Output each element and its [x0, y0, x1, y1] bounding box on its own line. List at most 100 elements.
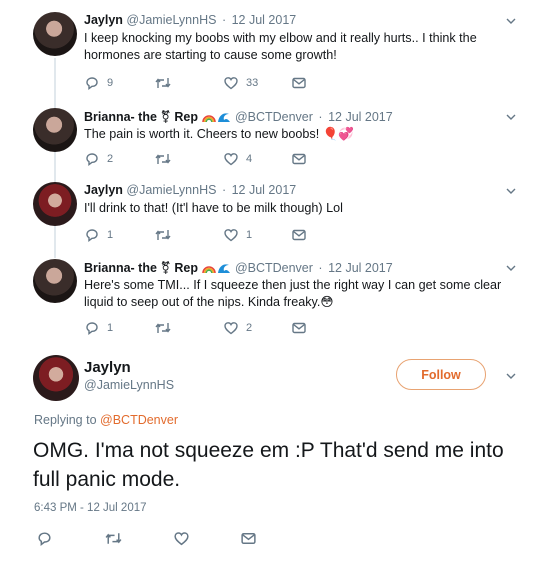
- retweet-icon: [155, 78, 171, 88]
- dm-button[interactable]: [291, 320, 307, 336]
- like-button[interactable]: 33: [223, 75, 258, 91]
- user-handle[interactable]: @JamieLynnHS: [126, 183, 216, 197]
- user-handle[interactable]: @JamieLynnHS: [126, 13, 216, 27]
- chevron-down-icon[interactable]: [505, 185, 517, 197]
- tweet-actions: 9 33: [84, 75, 404, 93]
- avatar[interactable]: [33, 12, 77, 56]
- retweet-button[interactable]: [154, 227, 179, 243]
- display-name[interactable]: Jaylyn: [84, 13, 123, 27]
- reply-icon: [86, 77, 98, 91]
- tweet-item[interactable]: Brianna- the ⚧ Rep @BCTDenver · 12 Jul 2…: [0, 96, 543, 174]
- tweet-text: The pain is worth it. Cheers to new boob…: [84, 127, 355, 141]
- chevron-down-icon[interactable]: [505, 370, 517, 382]
- envelope-icon: [292, 153, 306, 165]
- avatar[interactable]: [33, 355, 79, 401]
- reply-button[interactable]: [36, 530, 53, 547]
- tweet-actions: 2 4: [84, 151, 404, 169]
- tweet-item[interactable]: Brianna- the ⚧ Rep @BCTDenver · 12 Jul 2…: [0, 250, 543, 346]
- like-button[interactable]: [173, 530, 190, 547]
- chevron-down-icon[interactable]: [505, 262, 517, 274]
- user-handle[interactable]: @BCTDenver: [235, 261, 313, 275]
- reply-button[interactable]: 9: [84, 75, 113, 91]
- tweet-item[interactable]: Jaylyn @JamieLynnHS · 12 Jul 2017 I'll d…: [0, 172, 543, 250]
- reply-icon: [86, 153, 98, 167]
- tweet-date[interactable]: 12 Jul 2017: [328, 261, 393, 275]
- heart-icon: [174, 532, 189, 546]
- tweet-actions: 1 1: [84, 227, 404, 245]
- main-tweet-actions: [36, 530, 296, 548]
- heart-icon: [224, 77, 238, 90]
- heart-icon: [224, 153, 238, 166]
- separator-dot: ·: [318, 261, 323, 275]
- display-name[interactable]: Brianna- the ⚧ Rep: [84, 261, 198, 275]
- wave-icon: [218, 264, 231, 273]
- reply-count: 9: [107, 77, 114, 89]
- follow-button[interactable]: Follow: [396, 359, 486, 390]
- wave-icon: [218, 113, 231, 122]
- reply-count: 1: [107, 229, 114, 241]
- main-tweet-text: OMG. I'ma not squeeze em :P That'd send …: [33, 439, 504, 491]
- envelope-icon: [292, 322, 306, 334]
- retweet-icon: [155, 230, 171, 240]
- retweet-icon: [155, 323, 171, 333]
- like-count: 4: [246, 153, 253, 165]
- like-count: 33: [246, 77, 259, 89]
- tweet-actions: 1 2: [84, 320, 404, 338]
- main-user-handle[interactable]: @JamieLynnHS: [84, 378, 174, 392]
- tweet-date[interactable]: 12 Jul 2017: [328, 110, 393, 124]
- dm-button[interactable]: [291, 151, 307, 167]
- reply-count: 1: [107, 322, 114, 334]
- replying-to: Replying to @BCTDenver: [34, 413, 178, 427]
- rainbow-icon: [202, 115, 217, 123]
- retweet-button[interactable]: [154, 320, 179, 336]
- main-timestamp[interactable]: 6:43 PM - 12 Jul 2017: [34, 502, 147, 514]
- reply-button[interactable]: 1: [84, 227, 113, 243]
- reply-icon: [86, 322, 98, 336]
- heart-icon: [224, 229, 238, 242]
- retweet-button[interactable]: [104, 530, 123, 547]
- avatar[interactable]: [33, 182, 77, 226]
- like-button[interactable]: 4: [223, 151, 252, 167]
- tweet-header: Jaylyn @JamieLynnHS · 12 Jul 2017: [84, 183, 296, 197]
- dm-button[interactable]: [240, 530, 257, 547]
- tweet-date[interactable]: 12 Jul 2017: [232, 13, 297, 27]
- dm-button[interactable]: [291, 227, 307, 243]
- user-handle[interactable]: @BCTDenver: [235, 110, 313, 124]
- tweet-item[interactable]: Jaylyn @JamieLynnHS · 12 Jul 2017 I keep…: [0, 0, 543, 96]
- rainbow-icon: [202, 266, 217, 274]
- tweet-header: Brianna- the ⚧ Rep @BCTDenver · 12 Jul 2…: [84, 260, 393, 275]
- retweet-icon: [105, 533, 122, 544]
- like-button[interactable]: 1: [223, 227, 252, 243]
- separator-dot: ·: [318, 110, 323, 124]
- display-name[interactable]: Brianna- the ⚧ Rep: [84, 110, 198, 124]
- tweet-text: Here's some TMI... If I squeeze then jus…: [84, 278, 502, 309]
- reply-button[interactable]: 1: [84, 320, 113, 336]
- like-button[interactable]: 2: [223, 320, 252, 336]
- tweet-text: I'll drink to that! (It'l have to be mil…: [84, 201, 343, 215]
- replying-to-link[interactable]: @BCTDenver: [100, 413, 178, 427]
- main-display-name[interactable]: Jaylyn: [84, 359, 131, 376]
- envelope-icon: [241, 532, 256, 545]
- chevron-down-icon[interactable]: [505, 15, 517, 27]
- retweet-button[interactable]: [154, 151, 179, 167]
- avatar[interactable]: [33, 108, 77, 152]
- like-count: 1: [246, 229, 253, 241]
- chevron-down-icon[interactable]: [505, 111, 517, 123]
- heart-icon: [224, 322, 238, 335]
- reply-icon: [38, 532, 51, 546]
- dm-button[interactable]: [291, 75, 307, 91]
- reply-button[interactable]: 2: [84, 151, 113, 167]
- tweet-date[interactable]: 12 Jul 2017: [232, 183, 297, 197]
- like-count: 2: [246, 322, 253, 334]
- display-name[interactable]: Jaylyn: [84, 183, 123, 197]
- envelope-icon: [292, 229, 306, 241]
- retweet-icon: [155, 154, 171, 164]
- retweet-button[interactable]: [154, 75, 179, 91]
- avatar[interactable]: [33, 259, 77, 303]
- tweet-text: I keep knocking my boobs with my elbow a…: [84, 31, 477, 62]
- reply-count: 2: [107, 153, 114, 165]
- tweet-header: Jaylyn @JamieLynnHS · 12 Jul 2017: [84, 13, 296, 27]
- replying-prefix: Replying to: [34, 413, 101, 427]
- separator-dot: ·: [221, 183, 227, 197]
- separator-dot: ·: [221, 13, 227, 27]
